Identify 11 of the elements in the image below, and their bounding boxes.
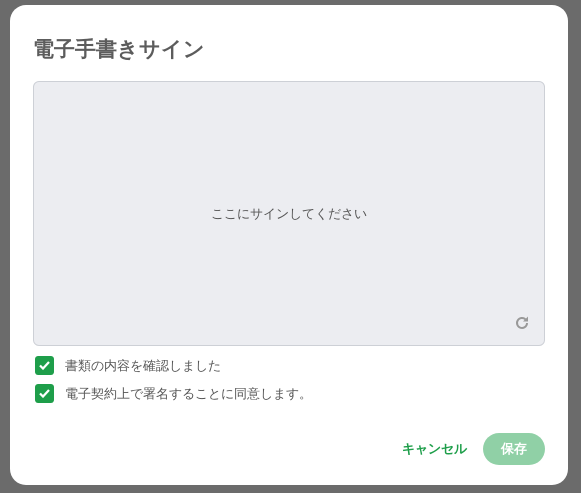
check-icon xyxy=(38,359,51,372)
checkbox-label: 電子契約上で署名することに同意します。 xyxy=(65,386,312,402)
checkbox[interactable] xyxy=(35,356,54,375)
refresh-icon[interactable] xyxy=(514,315,530,331)
cancel-button[interactable]: キャンセル xyxy=(402,434,467,464)
dialog-title: 電子手書きサイン xyxy=(33,36,205,63)
check-icon xyxy=(38,387,51,400)
checkbox-label: 書類の内容を確認しました xyxy=(65,358,221,374)
checkbox[interactable] xyxy=(35,384,54,403)
signature-placeholder: ここにサインしてください xyxy=(211,206,367,222)
signature-pad[interactable]: ここにサインしてください xyxy=(33,81,545,346)
